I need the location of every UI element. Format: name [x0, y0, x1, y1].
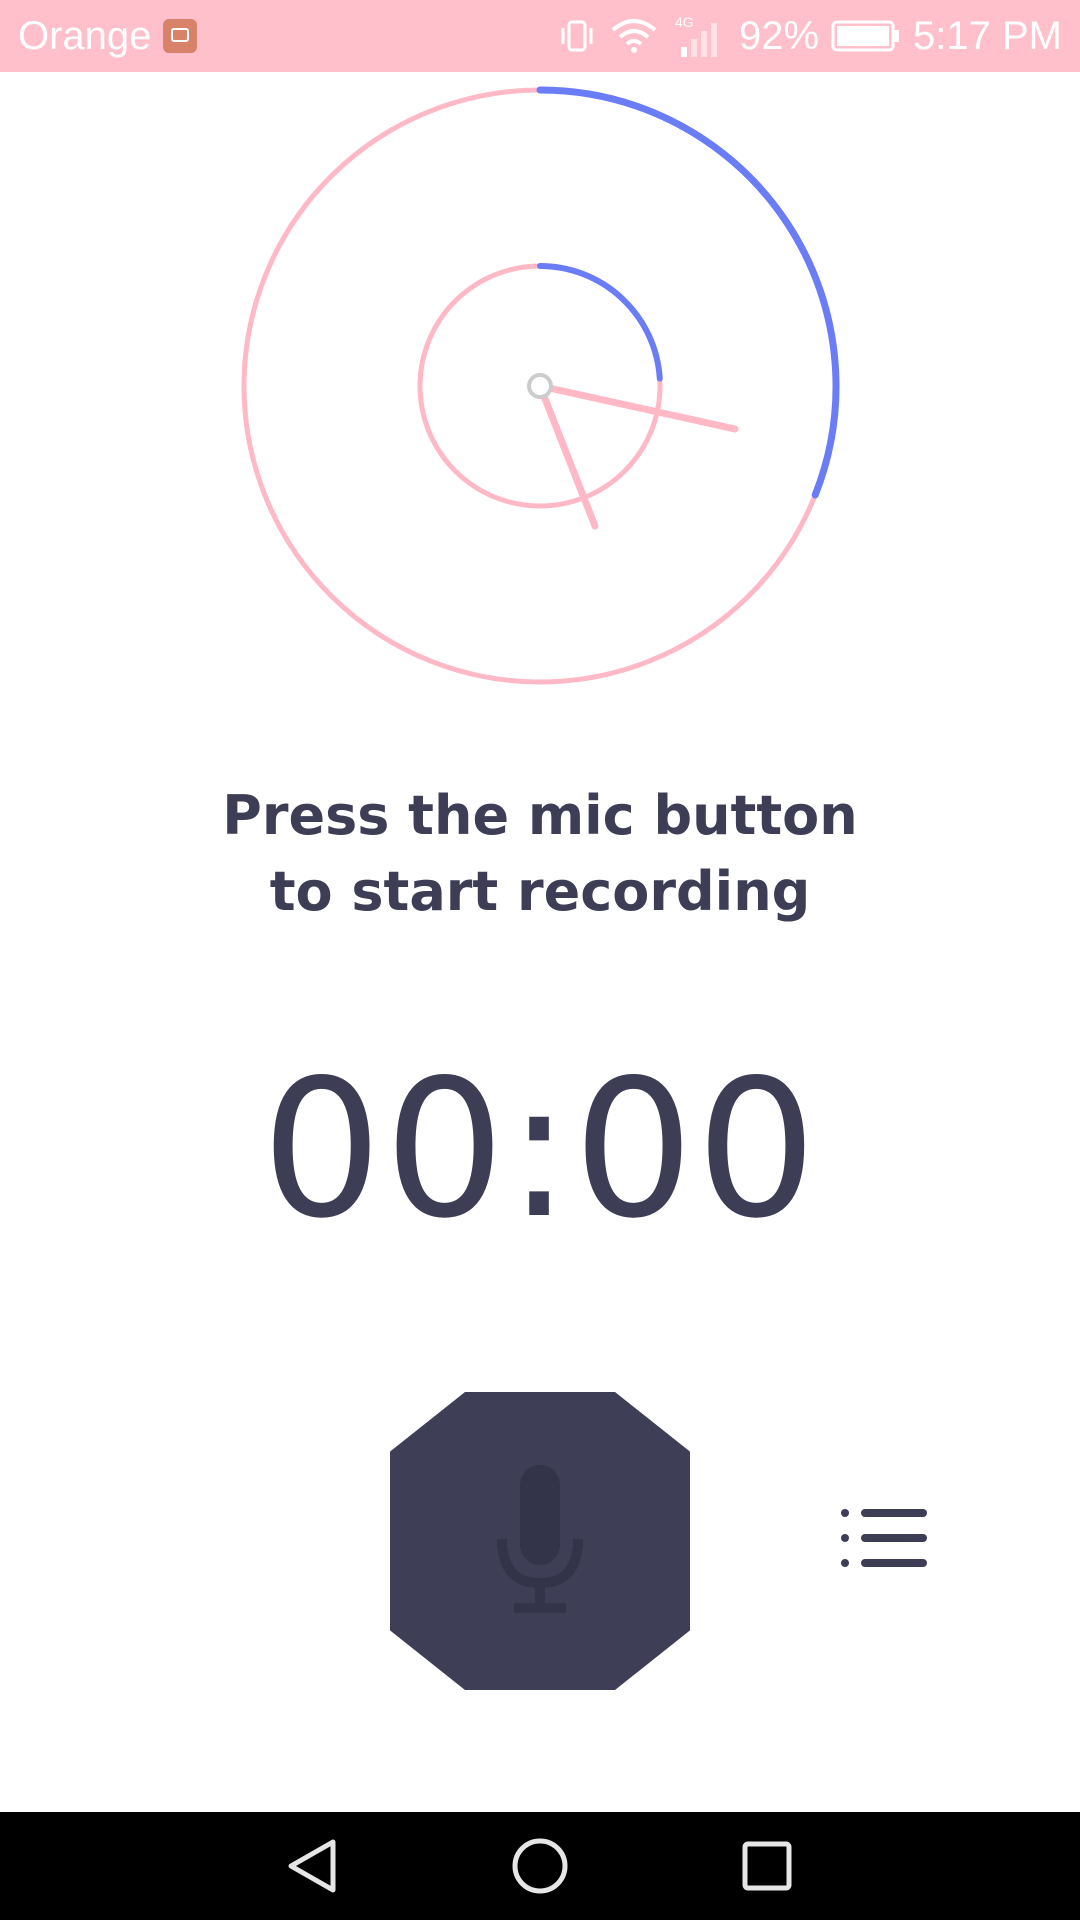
prompt-line-1: Press the mic button: [222, 784, 858, 847]
vibrate-icon: [557, 16, 597, 56]
back-icon[interactable]: [283, 1836, 343, 1896]
status-right: 4G 92% 5:17 PM: [557, 13, 1062, 59]
recents-icon[interactable]: [737, 1836, 797, 1896]
clock-svg: [241, 86, 840, 685]
notification-icon: [163, 19, 198, 53]
list-icon: [837, 1503, 933, 1578]
navigation-bar: [0, 1812, 1080, 1920]
signal-icon: 4G: [671, 13, 727, 59]
recording-clock: [238, 84, 842, 688]
network-type: 4G: [675, 14, 694, 30]
record-button[interactable]: [390, 1392, 690, 1690]
prompt-line-2: to start recording: [269, 860, 811, 923]
wifi-icon: [609, 16, 659, 56]
long-hand: [536, 382, 739, 433]
carrier-name: Orange: [18, 13, 152, 58]
status-left: Orange: [18, 13, 198, 59]
recording-prompt: Press the mic button to start recording: [0, 778, 1080, 930]
battery-icon: [831, 18, 901, 54]
recordings-list-button[interactable]: [830, 1500, 940, 1580]
battery-percent: 92%: [738, 13, 820, 58]
home-icon[interactable]: [510, 1836, 570, 1896]
outer-ring-progress: [536, 86, 840, 499]
inner-ring-progress: [537, 263, 663, 382]
recording-timer: 00:00: [261, 1039, 819, 1260]
status-time: 5:17 PM: [913, 13, 1062, 58]
status-bar: Orange 4G 92% 5:17 PM: [0, 0, 1080, 72]
screen: Orange 4G 92% 5:17 PM Press the mic butt…: [0, 0, 1080, 1920]
microphone-icon: [490, 1461, 590, 1621]
clock-center: [527, 373, 553, 399]
